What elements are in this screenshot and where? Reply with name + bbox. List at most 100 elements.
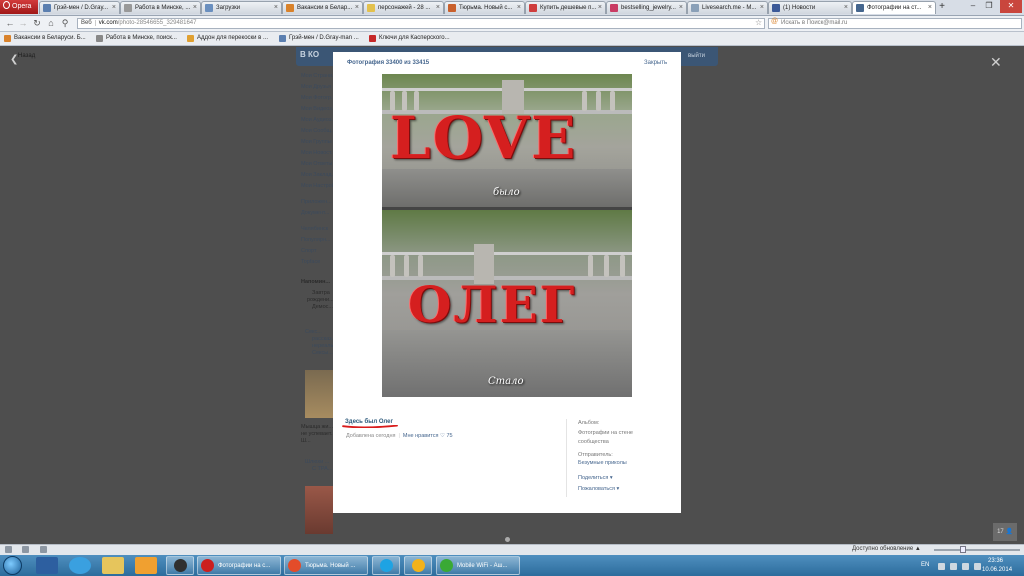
pinned-app-icon[interactable] [36, 557, 58, 574]
sidebar-item[interactable]: Topface [301, 259, 320, 265]
back-icon[interactable]: ← [4, 17, 16, 29]
search-input[interactable]: Искать в Поиск@mail.ru [768, 18, 1022, 29]
bookmark-star-icon[interactable]: ☆ [755, 18, 762, 27]
volume-icon[interactable] [974, 563, 981, 570]
taskbar-chrome[interactable]: Тюрьма. Новый ... [284, 556, 368, 575]
tab-0[interactable]: Грэй-мен / D.Gray... × [39, 1, 120, 14]
search-engine-icon[interactable]: @ [771, 18, 778, 25]
ad-line[interactable]: Мышца жи... [301, 424, 333, 430]
tab-close-icon[interactable]: × [193, 2, 197, 14]
back-link[interactable]: Назад [18, 53, 35, 59]
new-tab-button[interactable]: + [936, 1, 948, 14]
taskbar-mail-agent[interactable] [404, 556, 432, 575]
share-link[interactable]: Поделиться ▾ [578, 475, 613, 481]
language-indicator[interactable]: EN [921, 562, 929, 568]
scroll-counter[interactable]: 17 👤 [993, 523, 1017, 541]
taskbar-opera[interactable]: Фотографии на с... [197, 556, 281, 575]
sidebar-item[interactable]: Мои Аудиоз... [301, 117, 336, 123]
close-viewer-icon[interactable]: ✕ [990, 54, 1002, 71]
pinned-app-icon[interactable] [102, 557, 124, 574]
turbo-icon[interactable] [22, 546, 29, 553]
reload-icon[interactable]: ↻ [31, 17, 43, 29]
tab-9[interactable]: (1) Новости × [768, 1, 852, 14]
ad-line[interactable]: Секс... [305, 329, 322, 335]
zoom-slider[interactable] [934, 549, 1020, 551]
sidebar-item[interactable]: Мои Группы [301, 139, 332, 145]
pinned-app-icon[interactable] [135, 557, 157, 574]
like-button[interactable]: Мне нравится [403, 433, 439, 439]
update-available-text[interactable]: Доступно обновление ▲ [852, 546, 921, 552]
sidebar-item[interactable]: Приложен... [301, 199, 332, 205]
ad-line[interactable]: Ш... [301, 438, 311, 444]
sidebar-item[interactable]: Мои Страни... [301, 73, 337, 79]
tab-8[interactable]: Livesearch.me - M... × [687, 1, 768, 14]
tab-close-icon[interactable]: × [112, 2, 116, 14]
taskbar-mobile-wifi[interactable]: Mobile WiFi - Аш... [436, 556, 520, 575]
tab-close-icon[interactable]: × [598, 2, 602, 14]
ad-line[interactable]: Сексы... [312, 350, 333, 356]
opera-menu-button[interactable]: Opera [0, 0, 38, 14]
sidebar-item[interactable]: Мои Фотогр... [301, 95, 336, 101]
sidebar-item[interactable]: Челябинск [301, 226, 328, 232]
tab-close-icon[interactable]: × [517, 2, 521, 14]
bookmark-3[interactable]: Грэй-мен / D.Gray-man ... [279, 33, 359, 44]
close-link[interactable]: Закрыть [644, 60, 667, 66]
sidebar-item[interactable]: Мои Заклад... [301, 172, 336, 178]
tab-close-icon[interactable]: × [844, 2, 848, 14]
window-close-button[interactable]: ✕ [1000, 0, 1022, 13]
sidebar-item[interactable]: Мои Видеоз... [301, 106, 336, 112]
address-input[interactable]: Веб vk.com/photo-28546655_329481647 [77, 18, 765, 29]
pinned-app-icon[interactable] [69, 557, 91, 574]
ad-line[interactable]: не успевает... [301, 431, 335, 437]
home-icon[interactable]: ⌂ [45, 17, 57, 29]
sidebar-item[interactable]: Популярн... [301, 237, 331, 243]
sidebar-item[interactable]: Мои Друзья [301, 84, 331, 90]
tab-6[interactable]: Купить дешевые п... × [525, 1, 606, 14]
bookmark-1[interactable]: Работа в Минске, поиск... [96, 33, 177, 44]
ad-image[interactable] [305, 486, 333, 534]
tab-1[interactable]: Работа в Минске, ... × [120, 1, 201, 14]
tab-3[interactable]: Вакансии в Белар... × [282, 1, 363, 14]
like-count[interactable]: ♡ 75 [440, 433, 453, 439]
bookmark-0[interactable]: Вакансии в Беларуси. Б... [4, 33, 86, 44]
tray-icon[interactable] [938, 563, 945, 570]
sidebar-item[interactable]: Мои Ответы [301, 161, 332, 167]
complain-link[interactable]: Пожаловаться ▾ [578, 486, 619, 492]
logout-link[interactable]: выйти [688, 53, 705, 59]
album-value[interactable]: Фотографии на стене сообщества [578, 429, 658, 447]
tab-close-icon[interactable]: × [760, 2, 764, 14]
maximize-button[interactable]: ❐ [982, 0, 996, 13]
network-icon[interactable] [962, 563, 969, 570]
taskbar-app[interactable] [166, 556, 194, 575]
tab-close-icon[interactable]: × [436, 2, 440, 14]
forward-icon[interactable]: → [17, 17, 29, 29]
tab-close-icon[interactable]: × [355, 2, 359, 14]
vk-logo[interactable]: В КО [300, 50, 319, 59]
tab-7[interactable]: bestselling_jewelry... × [606, 1, 687, 14]
ad-image[interactable] [305, 370, 333, 418]
bookmark-2[interactable]: Аддон для перекоски в ... [187, 33, 268, 44]
sender-link[interactable]: Безумные приколы [578, 460, 627, 466]
tab-close-icon[interactable]: × [928, 2, 932, 14]
sidebar-item[interactable]: Мои Новост... [301, 150, 336, 156]
panel-toggle-icon[interactable] [5, 546, 12, 553]
zoom-slider-handle[interactable] [960, 546, 966, 553]
taskbar-skype[interactable] [372, 556, 400, 575]
unite-icon[interactable] [40, 546, 47, 553]
tray-icon[interactable] [950, 563, 957, 570]
tab-4[interactable]: персонажей - 28 ... × [363, 1, 444, 14]
tab-2[interactable]: Загрузки × [201, 1, 282, 14]
speed-dial-icon[interactable]: ⚲ [59, 17, 71, 29]
start-button[interactable] [3, 556, 22, 575]
ad-line[interactable]: Шлюхи ... [305, 459, 329, 465]
photo[interactable]: LOVE было ОЛЕГ Стало [382, 74, 632, 397]
sidebar-item[interactable]: Спорт [301, 248, 316, 254]
ad-line[interactable]: С ТРА... [312, 466, 332, 472]
tab-close-icon[interactable]: × [679, 2, 683, 14]
bookmark-4[interactable]: Ключи для Касперского... [369, 33, 450, 44]
sidebar-item[interactable]: Мои Сообщ... [301, 128, 336, 134]
tab-close-icon[interactable]: × [274, 2, 278, 14]
tab-5[interactable]: Тюрьма. Новый с... × [444, 1, 525, 14]
clock-date[interactable]: 10.06.2014 [982, 567, 1012, 573]
minimize-button[interactable]: – [966, 0, 980, 13]
